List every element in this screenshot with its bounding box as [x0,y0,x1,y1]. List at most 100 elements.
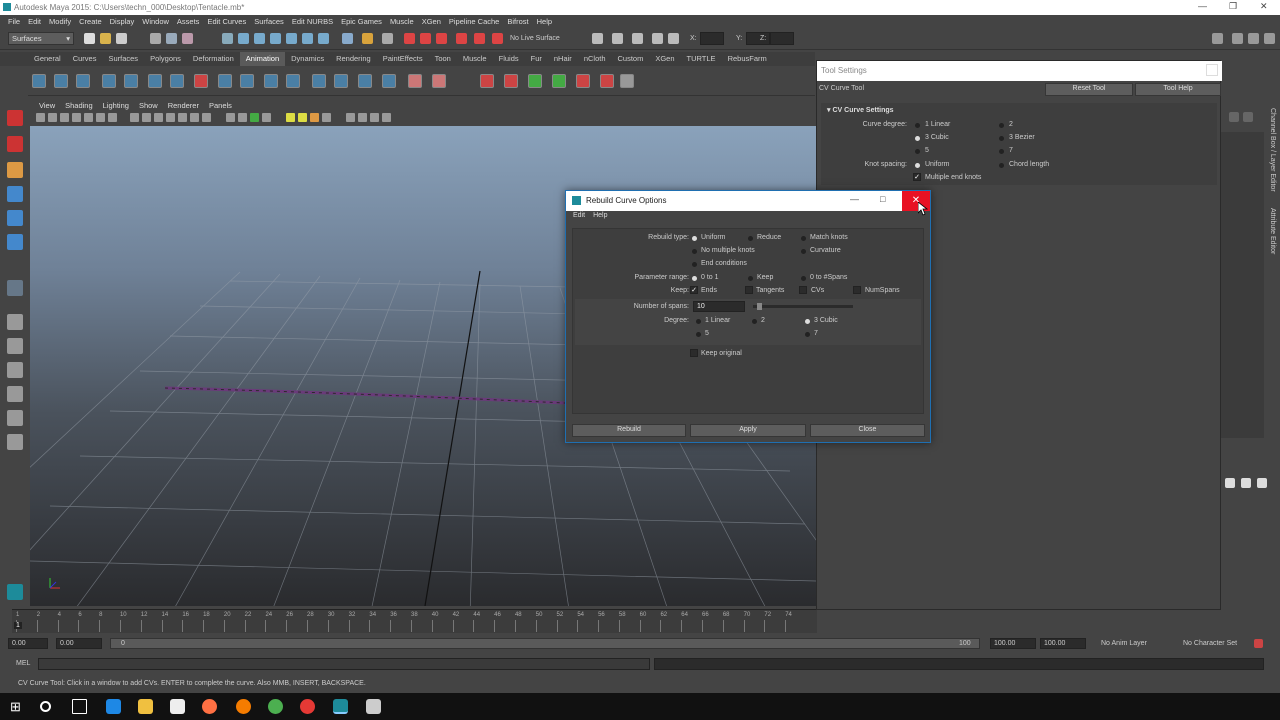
hypershade-icon[interactable] [456,33,467,44]
range-keep-radio[interactable] [748,276,753,281]
shelf-tab-deformation[interactable]: Deformation [187,52,240,66]
shelf-icon-18[interactable] [432,74,446,88]
relative-mode-icon[interactable] [612,33,623,44]
anim-start-field[interactable]: 0.00 [56,638,102,649]
camera-attr-icon[interactable] [48,113,57,122]
y-field[interactable] [746,32,770,45]
rebuild-match-knots-radio[interactable] [801,236,806,241]
menu-create[interactable]: Create [75,15,106,28]
shelf-tab-painteffects[interactable]: PaintEffects [377,52,429,66]
rebuild-degree-5-radio[interactable] [696,332,701,337]
curve-tentacle[interactable] [164,386,566,405]
live-magnet-icon[interactable] [492,33,503,44]
shelf-tab-surfaces[interactable]: Surfaces [102,52,144,66]
lights-icon[interactable] [178,113,187,122]
menu-epic-games[interactable]: Epic Games [337,15,386,28]
rebuild-no-multiple-knots-radio[interactable] [692,249,697,254]
new-scene-icon[interactable] [84,33,95,44]
spans-slider-handle[interactable] [757,303,762,310]
dialog-menu-help[interactable]: Help [589,211,611,223]
menu-help[interactable]: Help [533,15,556,28]
safe-title-icon[interactable] [382,113,391,122]
render-settings-icon[interactable] [436,33,447,44]
anim-end-field[interactable]: 100.00 [990,638,1036,649]
snap-grid-icon[interactable] [222,33,233,44]
shelf-icon-25[interactable] [620,74,634,88]
bookmark-icon[interactable] [60,113,69,122]
chrome-icon[interactable] [268,699,283,714]
shelf-tab-turtle[interactable]: TURTLE [681,52,722,66]
shelf-tab-rendering[interactable]: Rendering [330,52,377,66]
film-gate-icon[interactable] [96,113,105,122]
shelf-icon-7[interactable] [170,74,184,88]
degree-1-radio[interactable] [915,123,920,128]
image-plane-icon[interactable] [72,113,81,122]
grid-toggle-icon[interactable] [84,113,93,122]
textured-icon[interactable] [166,113,175,122]
menu-edit-curves[interactable]: Edit Curves [203,15,250,28]
dialog-maximize-icon[interactable]: □ [880,194,885,204]
reset-tool-button[interactable]: Reset Tool [1045,83,1133,96]
exposure-icon[interactable] [298,113,307,122]
rebuild-degree-7-radio[interactable] [805,332,810,337]
edge-icon[interactable] [106,699,121,714]
shelf-tab-xgen[interactable]: XGen [649,52,680,66]
history-icon[interactable] [342,33,353,44]
snap-live-icon[interactable] [302,33,313,44]
menu-pipeline-cache[interactable]: Pipeline Cache [445,15,503,28]
ipr-render-icon[interactable] [420,33,431,44]
shelf-icon-12[interactable] [286,74,300,88]
wireframe-icon[interactable] [130,113,139,122]
menu-assets[interactable]: Assets [173,15,204,28]
time-slider[interactable]: 1 2 4 6 8 10 12 14 16 18 20 22 24 26 28 30 32 34 36 38 40 42 4… [12,609,817,633]
absolute-icon[interactable] [652,33,663,44]
shelf-icon-13[interactable] [312,74,326,88]
shelf-icon-3[interactable] [76,74,90,88]
shelf-tab-general[interactable]: General [28,52,67,66]
shelf-icon-2[interactable] [54,74,68,88]
tab-attribute-editor[interactable]: Attribute Editor [1269,208,1276,254]
close-icon[interactable]: ✕ [1260,1,1268,12]
shelf-tab-rebusfarm[interactable]: RebusFarm [722,52,773,66]
field-chart-icon[interactable] [358,113,367,122]
snap-view-icon[interactable] [270,33,281,44]
viewport-menu-shading[interactable]: Shading [60,100,98,111]
degree-3-radio[interactable] [915,136,920,141]
shelf-icon-6[interactable] [148,74,162,88]
keep-numspans-checkbox[interactable] [853,286,861,294]
menu-modify[interactable]: Modify [45,15,75,28]
shelf-icon-11[interactable] [264,74,278,88]
layout-icon[interactable] [7,434,23,450]
shelf-tab-nhair[interactable]: nHair [548,52,578,66]
save-scene-icon[interactable] [116,33,127,44]
move-tool-icon[interactable] [7,186,23,202]
minimize-icon[interactable]: — [1198,1,1207,11]
dialog-minimize-icon[interactable]: — [850,194,859,204]
rotate-tool-icon[interactable] [7,210,23,226]
menu-window[interactable]: Window [138,15,173,28]
search-icon[interactable] [40,701,51,712]
menu-muscle[interactable]: Muscle [386,15,418,28]
camera-select-icon[interactable] [36,113,45,122]
select-object-icon[interactable] [166,33,177,44]
shelf-icon-4[interactable] [102,74,116,88]
xray-icon[interactable] [238,113,247,122]
maya-taskbar-icon[interactable] [333,699,348,714]
xray-joints-icon[interactable] [250,113,259,122]
channel-box-toggle-icon[interactable] [1264,33,1275,44]
menu-bifrost[interactable]: Bifrost [503,15,532,28]
degree-2-radio[interactable] [999,123,1004,128]
rebuild-degree-1-radio[interactable] [696,319,701,324]
opera-icon[interactable] [300,699,315,714]
shelf-tab-custom[interactable]: Custom [612,52,650,66]
input-mode-icon[interactable] [592,33,603,44]
resolution-gate-icon[interactable] [108,113,117,122]
rebuild-button[interactable]: Rebuild [572,424,686,437]
spans-slider[interactable] [753,303,853,310]
menu-edit-nurbs[interactable]: Edit NURBS [288,15,337,28]
command-input[interactable] [38,658,650,670]
windows-start-icon[interactable]: ⊞ [8,699,23,714]
task-view-icon[interactable] [72,699,87,714]
viewport-menu-panels[interactable]: Panels [204,100,237,111]
shelf-tab-fluids[interactable]: Fluids [493,52,525,66]
